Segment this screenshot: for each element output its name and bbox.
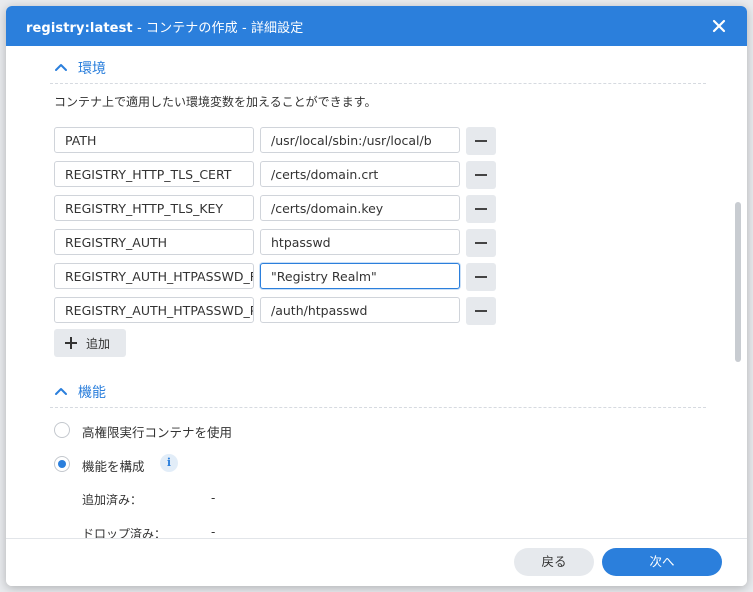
capabilities-section-title: 機能 <box>78 385 106 401</box>
create-container-dialog: registry:latest - コンテナの作成 - 詳細設定 環境 コンテナ… <box>6 6 747 586</box>
minus-icon <box>475 242 487 244</box>
env-name-input[interactable]: REGISTRY_HTTP_TLS_CERT <box>54 161 254 187</box>
added-value: - <box>211 491 216 505</box>
env-name-input[interactable]: REGISTRY_AUTH <box>54 229 254 255</box>
environment-section-title: 環境 <box>78 61 106 77</box>
info-icon[interactable]: i <box>160 454 178 472</box>
dialog-titlebar: registry:latest - コンテナの作成 - 詳細設定 <box>6 6 747 46</box>
remove-row-button[interactable] <box>466 263 496 291</box>
dialog-title: registry:latest - コンテナの作成 - 詳細設定 <box>26 17 303 36</box>
dialog-footer: 戻る 次へ <box>6 538 747 586</box>
dropped-value: - <box>211 525 216 538</box>
dialog-title-main: registry:latest <box>26 21 133 36</box>
remove-row-button[interactable] <box>466 195 496 223</box>
minus-icon <box>475 140 487 142</box>
env-name-input[interactable]: REGISTRY_AUTH_HTPASSWD_PATH <box>54 297 254 323</box>
env-value-input[interactable]: /certs/domain.crt <box>260 161 460 187</box>
minus-icon <box>475 174 487 176</box>
minus-icon <box>475 276 487 278</box>
chevron-up-icon <box>54 384 68 398</box>
env-value-input[interactable]: /certs/domain.key <box>260 195 460 221</box>
add-env-button[interactable]: 追加 <box>54 329 126 357</box>
remove-row-button[interactable] <box>466 161 496 189</box>
environment-description: コンテナ上で適用したい環境変数を加えることができます。 <box>54 95 377 109</box>
section-divider <box>50 407 706 408</box>
chevron-up-icon <box>54 60 68 74</box>
vertical-scrollbar[interactable] <box>735 202 741 362</box>
privileged-radio[interactable] <box>54 422 70 438</box>
dropped-label: ドロップ済み： <box>82 527 167 538</box>
env-name-input[interactable]: REGISTRY_AUTH_HTPASSWD_REALM <box>54 263 254 289</box>
env-value-input[interactable]: htpasswd <box>260 229 460 255</box>
capabilities-dropped: ドロップ済み： - <box>82 525 215 538</box>
next-button[interactable]: 次へ <box>602 548 722 576</box>
minus-icon <box>475 208 487 210</box>
dialog-content[interactable]: 環境 コンテナ上で適用したい環境変数を加えることができます。 PATH /usr… <box>6 46 747 538</box>
env-value-input-focused[interactable]: "Registry Realm" <box>260 263 460 289</box>
minus-icon <box>475 310 487 312</box>
close-icon[interactable] <box>709 16 729 36</box>
dialog-title-sub: - コンテナの作成 - 詳細設定 <box>132 21 304 36</box>
configure-capabilities-label: 機能を構成 <box>82 459 145 474</box>
configure-capabilities-radio[interactable] <box>54 456 70 472</box>
added-label: 追加済み： <box>82 493 143 507</box>
remove-row-button[interactable] <box>466 127 496 155</box>
remove-row-button[interactable] <box>466 297 496 325</box>
env-value-input[interactable]: /usr/local/sbin:/usr/local/b <box>260 127 460 153</box>
env-name-input[interactable]: REGISTRY_HTTP_TLS_KEY <box>54 195 254 221</box>
privileged-label: 高権限実行コンテナを使用 <box>82 425 233 440</box>
add-env-label: 追加 <box>86 337 111 351</box>
remove-row-button[interactable] <box>466 229 496 257</box>
plus-icon <box>65 337 77 349</box>
capabilities-added: 追加済み： - <box>82 491 215 508</box>
env-value-input[interactable]: /auth/htpasswd <box>260 297 460 323</box>
section-divider <box>50 83 706 84</box>
back-button[interactable]: 戻る <box>514 548 594 576</box>
env-name-input[interactable]: PATH <box>54 127 254 153</box>
